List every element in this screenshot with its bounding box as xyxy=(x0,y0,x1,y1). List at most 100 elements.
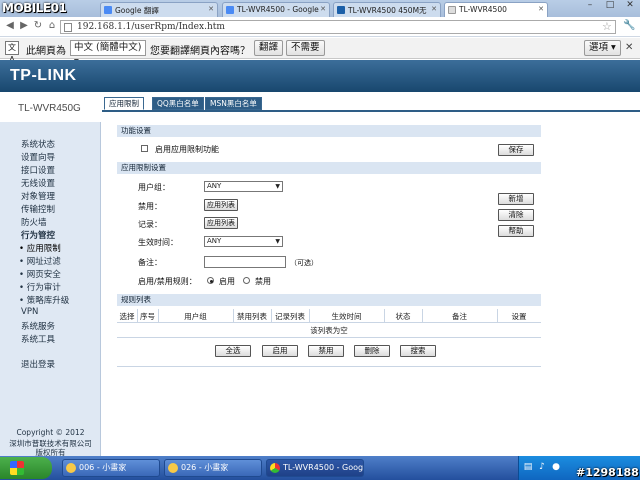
tplink-logo: TP-LINK xyxy=(10,67,77,84)
col-divider xyxy=(497,309,498,323)
translate-button[interactable]: 翻譯 xyxy=(254,40,284,56)
page-favicon-icon xyxy=(448,6,456,14)
empty-list-row: 该列表为空 xyxy=(117,323,541,338)
sidebar-item-logout[interactable]: 退出登录 xyxy=(21,358,55,370)
close-tab-icon[interactable]: ✕ xyxy=(208,5,214,13)
home-icon[interactable]: ⌂ xyxy=(46,20,58,32)
sidebar-item-vpn[interactable]: VPN xyxy=(21,307,38,317)
help-button[interactable]: 帮助 xyxy=(498,225,534,237)
sidebar-item-url-filter[interactable]: • 网址过滤 xyxy=(19,255,61,267)
taskbar-item-chrome[interactable]: TL-WVR4500 - Goog... xyxy=(266,459,364,477)
tab-app-restriction[interactable]: 应用限制 xyxy=(104,97,144,110)
toggle-rule-label: 启用/禁用规则： xyxy=(138,277,197,286)
enable-rule-label: 启用 xyxy=(219,277,235,286)
enable-restriction-label: 启用应用限制功能 xyxy=(155,145,219,154)
paint-icon xyxy=(66,463,76,473)
select-all-button[interactable]: 全选 xyxy=(215,345,251,357)
close-tab-icon[interactable]: ✕ xyxy=(431,5,437,13)
sidebar-item-web-security[interactable]: • 网页安全 xyxy=(19,268,61,280)
router-header: TP-LINK xyxy=(0,60,640,92)
add-button[interactable]: 新增 xyxy=(498,193,534,205)
windows-taskbar: 006 - 小畫家 026 - 小畫家 TL-WVR4500 - Goog...… xyxy=(0,456,640,480)
sidebar-item-behavior-control[interactable]: 行为管控 xyxy=(21,229,55,241)
sidebar-item-system-status[interactable]: 系统状态 xyxy=(21,138,55,150)
close-tab-icon[interactable]: ✕ xyxy=(320,5,326,13)
sidebar-item-objects[interactable]: 对象管理 xyxy=(21,190,55,202)
watermark: #1298188 xyxy=(576,466,639,479)
sidebar-item-policy-upgrade[interactable]: • 策略库升级 xyxy=(19,294,69,306)
disable-rule-radio[interactable] xyxy=(243,277,250,284)
sidebar-item-services[interactable]: 系统服务 xyxy=(21,320,55,332)
model-name: TL-WVR450G xyxy=(18,103,81,114)
delete-selected-button[interactable]: 删除 xyxy=(354,345,390,357)
note-input[interactable] xyxy=(204,256,286,268)
note-hint: （可选） xyxy=(290,259,318,267)
disable-selected-button[interactable]: 禁用 xyxy=(308,345,344,357)
sidebar-item-transfer-control[interactable]: 传输控制 xyxy=(21,203,55,215)
maximize-icon[interactable]: □ xyxy=(600,0,620,12)
copyright: Copyright © 2012 xyxy=(16,428,85,437)
close-translate-icon[interactable]: ✕ xyxy=(625,42,633,53)
network-icon[interactable]: ▤ xyxy=(523,462,533,472)
page-icon xyxy=(64,23,72,32)
col-note: 备注 xyxy=(452,312,467,321)
tplink-favicon-icon xyxy=(337,6,345,14)
enable-rule-radio[interactable] xyxy=(207,277,214,284)
sidebar-item-system-tools[interactable]: 系统工具 xyxy=(21,333,55,345)
sidebar-item-audit[interactable]: • 行为审计 xyxy=(19,281,61,293)
col-index: 序号 xyxy=(140,312,155,321)
translate-icon: 文A xyxy=(5,41,19,64)
col-select: 选择 xyxy=(119,312,135,321)
enable-restriction-checkbox[interactable] xyxy=(141,145,148,152)
sidebar-item-wireless[interactable]: 无线设置 xyxy=(21,177,55,189)
block-app-list-button[interactable]: 应用列表 xyxy=(204,199,238,211)
save-button[interactable]: 保存 xyxy=(498,144,534,156)
bookmark-star-icon[interactable]: ☆ xyxy=(602,20,612,33)
sidebar: 系统状态 设置向导 接口设置 无线设置 对象管理 传输控制 防火墙 行为管控 •… xyxy=(0,122,101,457)
language-select[interactable]: 中文 (簡體中文) ▾ xyxy=(70,40,146,67)
translate-options-button[interactable]: 選項 ▾ xyxy=(584,40,621,56)
reload-icon[interactable]: ↻ xyxy=(32,20,44,32)
time-select[interactable]: ANY ▼ xyxy=(204,236,283,247)
close-window-icon[interactable]: ✕ xyxy=(620,0,640,12)
model-row: TL-WVR450G xyxy=(0,92,640,122)
taskbar-item-paint-1[interactable]: 006 - 小畫家 xyxy=(62,459,160,477)
dropdown-arrow-icon: ▼ xyxy=(275,238,280,245)
search-button[interactable]: 搜索 xyxy=(400,345,436,357)
tab-qq-list[interactable]: QQ黑白名单 xyxy=(152,97,204,110)
log-app-list-button[interactable]: 应用列表 xyxy=(204,217,238,229)
url-field[interactable]: 192.168.1.1/userRpm/Index.htm xyxy=(60,20,616,34)
back-icon[interactable]: ◀ xyxy=(4,20,16,32)
sidebar-item-interface[interactable]: 接口设置 xyxy=(21,164,55,176)
security-icon[interactable]: ● xyxy=(551,462,561,472)
browser-tab-tplink-page[interactable]: TL-WVR4500 450M无 ✕ xyxy=(333,2,441,17)
close-tab-icon[interactable]: ✕ xyxy=(538,5,544,13)
tab-msn-list[interactable]: MSN黑白名单 xyxy=(205,97,262,110)
dropdown-arrow-icon: ▼ xyxy=(275,183,280,190)
clear-button[interactable]: 清除 xyxy=(498,209,534,221)
wrench-icon[interactable]: 🔧 xyxy=(623,20,635,31)
browser-tab-google-translate[interactable]: Google 翻譯 ✕ xyxy=(100,2,218,17)
forward-icon[interactable]: ▶ xyxy=(18,20,30,32)
col-log-list: 记录列表 xyxy=(275,312,305,321)
start-button[interactable] xyxy=(0,457,52,479)
col-divider xyxy=(422,309,423,323)
col-divider xyxy=(233,309,234,323)
col-divider xyxy=(158,309,159,323)
decline-translate-button[interactable]: 不需要 xyxy=(286,40,325,56)
translate-prefix: 此網頁為 xyxy=(26,46,66,57)
sidebar-item-firewall[interactable]: 防火墙 xyxy=(21,216,47,228)
sidebar-item-setup-wizard[interactable]: 设置向导 xyxy=(21,151,55,163)
user-group-select[interactable]: ANY ▼ xyxy=(204,181,283,192)
taskbar-item-paint-2[interactable]: 026 - 小畫家 xyxy=(164,459,262,477)
sidebar-item-app-restriction[interactable]: • 应用限制 xyxy=(19,242,61,254)
user-group-label: 用户组： xyxy=(138,183,170,192)
browser-tab-active[interactable]: TL-WVR4500 ✕ xyxy=(444,2,548,17)
volume-icon[interactable]: ♪ xyxy=(537,462,547,472)
minimize-icon[interactable]: – xyxy=(580,0,600,12)
translate-question: 您要翻譯網頁內容嗎？ xyxy=(150,46,250,57)
browser-tab-google-search[interactable]: TL-WVR4500 - Google ✕ xyxy=(222,2,330,17)
col-status: 状态 xyxy=(395,312,411,321)
col-divider xyxy=(271,309,272,323)
enable-selected-button[interactable]: 启用 xyxy=(262,345,298,357)
